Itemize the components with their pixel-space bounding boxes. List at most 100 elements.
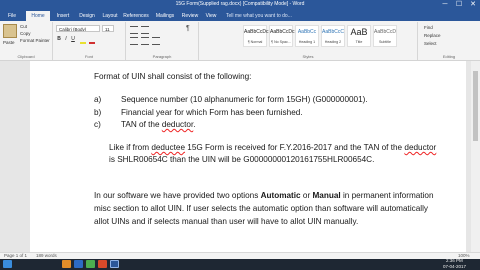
font-group: Calibri (Body) 11 B I U Font bbox=[53, 22, 126, 60]
paragraph-label: Paragraph bbox=[152, 54, 172, 59]
font-color-icon[interactable] bbox=[89, 37, 95, 44]
ribbon-tab-bar: File Home Insert Design Layout Reference… bbox=[0, 10, 480, 21]
explorer-icon[interactable] bbox=[62, 260, 71, 268]
paste-button[interactable]: Paste bbox=[3, 40, 15, 45]
format-painter-button[interactable]: Format Painter bbox=[20, 38, 50, 43]
style-name: ¶ Normal bbox=[247, 40, 263, 44]
minimize-button[interactable]: ─ bbox=[438, 0, 452, 10]
text-run: Like if from bbox=[109, 143, 152, 152]
style-name: Heading 2 bbox=[324, 40, 342, 44]
styles-group: AaBbCcDc ¶ Normal AaBbCcDc ¶ No Spac... … bbox=[199, 22, 418, 60]
list-marker-a: a) bbox=[94, 95, 102, 104]
cut-button[interactable]: Cut bbox=[20, 24, 27, 29]
document-area: Format of UIN shall consist of the follo… bbox=[0, 61, 480, 259]
close-button[interactable]: ✕ bbox=[466, 0, 480, 10]
app-icon[interactable] bbox=[98, 260, 107, 268]
styles-label: Styles bbox=[302, 54, 314, 59]
spellcheck-word[interactable]: deductor bbox=[404, 143, 436, 152]
underline-button[interactable]: U bbox=[70, 36, 76, 42]
find-button[interactable]: Find bbox=[424, 25, 433, 30]
text-run: . bbox=[193, 120, 196, 129]
select-button[interactable]: Select bbox=[424, 41, 437, 46]
replace-button[interactable]: Replace bbox=[424, 33, 441, 38]
vertical-scrollbar[interactable] bbox=[471, 61, 480, 259]
style-preview: AaBbCc bbox=[297, 29, 317, 35]
list-item-b: Financial year for which Form has been f… bbox=[121, 108, 303, 117]
para2-line-1: In our software we have provided two opt… bbox=[94, 191, 434, 200]
numbering-icon[interactable] bbox=[141, 26, 149, 34]
tab-design[interactable]: Design bbox=[76, 11, 98, 21]
tab-review[interactable]: Review bbox=[179, 11, 201, 21]
example-line-1: Like if from deductee 15G Form is receiv… bbox=[109, 143, 436, 152]
style-heading-2[interactable]: AaBbCcC Heading 2 bbox=[321, 25, 345, 47]
doc-heading: Format of UIN shall consist of the follo… bbox=[94, 72, 252, 81]
tab-references[interactable]: References bbox=[121, 11, 151, 21]
style-no-spacing[interactable]: AaBbCcDc ¶ No Spac... bbox=[269, 25, 294, 47]
word-icon[interactable] bbox=[110, 260, 119, 268]
bold-button[interactable]: B bbox=[56, 36, 62, 42]
tab-mailings[interactable]: Mailings bbox=[152, 11, 178, 21]
start-icon[interactable] bbox=[3, 260, 12, 268]
style-preview: AaBbCcD bbox=[374, 29, 396, 35]
status-bar: Page 1 of 1 189 words 100% bbox=[0, 252, 480, 259]
maximize-button[interactable]: ☐ bbox=[452, 0, 466, 10]
style-subtitle[interactable]: AaBbCcD Subtitle bbox=[373, 25, 397, 47]
title-bar: 15G Form(Supplied rag.docx) [Compatibili… bbox=[0, 0, 480, 10]
highlight-icon[interactable] bbox=[80, 37, 86, 44]
spellcheck-word[interactable]: deductor bbox=[162, 120, 193, 129]
copy-button[interactable]: Copy bbox=[20, 31, 31, 36]
font-size-select[interactable]: 11 bbox=[102, 25, 114, 32]
para2-line-3: allot UINs and if selects manual than us… bbox=[94, 217, 359, 226]
font-name-select[interactable]: Calibri (Body) bbox=[56, 25, 100, 32]
style-heading-1[interactable]: AaBbCc Heading 1 bbox=[295, 25, 319, 47]
ribbon: Paste Cut Copy Format Painter Clipboard … bbox=[0, 21, 480, 61]
italic-button[interactable]: I bbox=[63, 36, 69, 42]
text-run: in permanent information bbox=[340, 191, 434, 200]
example-line-2: is SHLR00654C than the UIN will be G0000… bbox=[109, 155, 375, 164]
clipboard-group: Paste Cut Copy Format Painter Clipboard bbox=[0, 22, 53, 60]
bullets-icon[interactable] bbox=[130, 26, 138, 34]
tab-view[interactable]: View bbox=[202, 11, 220, 21]
style-name: Subtitle bbox=[379, 40, 391, 44]
tab-home[interactable]: Home bbox=[26, 11, 50, 21]
editing-label: Editing bbox=[442, 54, 456, 59]
text-run: In our software we have provided two opt… bbox=[94, 191, 261, 200]
status-zoom[interactable]: 100% bbox=[458, 253, 470, 258]
tab-file[interactable]: File bbox=[2, 11, 22, 21]
pilcrow-icon[interactable]: ¶ bbox=[186, 25, 190, 32]
paste-icon[interactable] bbox=[3, 24, 17, 38]
paragraph-group: ¶ Paragraph bbox=[126, 22, 199, 60]
status-words: 189 words bbox=[36, 253, 57, 258]
ie-icon[interactable] bbox=[74, 260, 83, 268]
align-center-icon[interactable] bbox=[141, 37, 149, 45]
align-left-icon[interactable] bbox=[130, 37, 138, 45]
taskbar: 2:36 PM 07-04-2017 bbox=[0, 258, 480, 270]
style-preview: AaBbCcDc bbox=[244, 29, 269, 35]
bold-text: Manual bbox=[312, 191, 341, 200]
list-marker-b: b) bbox=[94, 108, 102, 117]
style-preview: AaB bbox=[350, 27, 368, 37]
text-run: or bbox=[300, 191, 313, 200]
chrome-icon[interactable] bbox=[86, 260, 95, 268]
style-title[interactable]: AaB Title bbox=[347, 25, 371, 47]
tell-me-search[interactable]: Tell me what you want to do... bbox=[226, 11, 292, 21]
list-item-a: Sequence number (10 alphanumeric for for… bbox=[121, 95, 368, 104]
editing-group: Find Replace Select Editing bbox=[418, 22, 480, 60]
scrollbar-thumb[interactable] bbox=[473, 71, 478, 141]
clipboard-label: Clipboard bbox=[17, 54, 35, 59]
tab-insert[interactable]: Insert bbox=[52, 11, 74, 21]
document-page[interactable]: Format of UIN shall consist of the follo… bbox=[30, 61, 466, 259]
style-name: Heading 1 bbox=[298, 40, 316, 44]
align-right-icon[interactable] bbox=[152, 37, 160, 45]
text-run: 15G Form is received for F.Y.2016-2017 a… bbox=[185, 143, 405, 152]
font-label: Font bbox=[84, 54, 93, 59]
style-normal[interactable]: AaBbCcDc ¶ Normal bbox=[243, 25, 269, 47]
list-marker-c: c) bbox=[94, 120, 101, 129]
text-run: TAN of the bbox=[121, 120, 162, 129]
spellcheck-word[interactable]: deductee bbox=[151, 143, 185, 152]
style-preview: AaBbCcC bbox=[322, 29, 344, 35]
style-name: ¶ No Spac... bbox=[271, 40, 291, 44]
para2-line-2: misc section to allot UIN. If user selec… bbox=[94, 204, 429, 213]
clock-date: 07-04-2017 bbox=[443, 264, 467, 269]
tab-layout[interactable]: Layout bbox=[99, 11, 121, 21]
